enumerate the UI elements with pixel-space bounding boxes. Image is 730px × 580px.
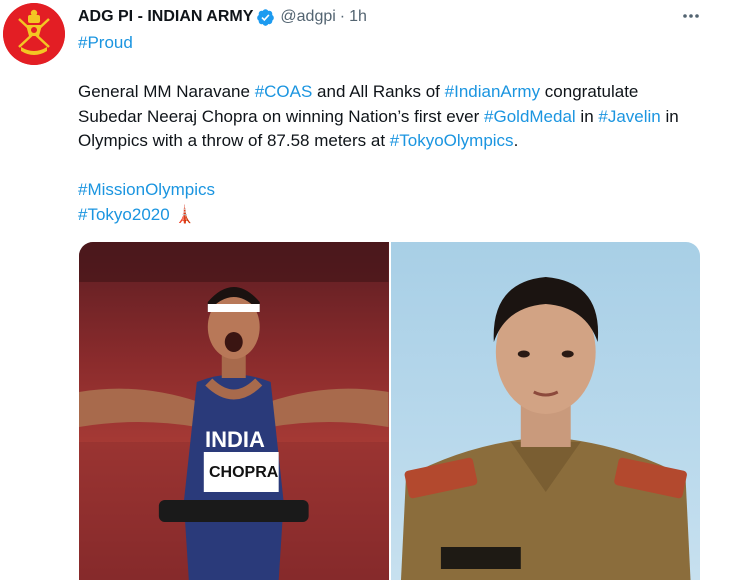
tweet-media[interactable]: INDIA CHOPRA: [79, 242, 700, 580]
tweet-text-segment: and All Ranks of: [312, 82, 445, 101]
more-options-button[interactable]: [680, 5, 702, 27]
hashtag-link[interactable]: #TokyoOlympics: [390, 131, 514, 150]
hashtag-link[interactable]: #Tokyo2020: [78, 205, 170, 224]
indian-army-emblem-icon: [3, 3, 65, 65]
hashtag-link[interactable]: #Proud: [78, 33, 133, 52]
tweet-text-segment: .: [513, 131, 519, 150]
hashtag-link[interactable]: #GoldMedal: [484, 107, 576, 126]
hashtag-link[interactable]: #IndianArmy: [445, 82, 540, 101]
verified-badge-icon: [257, 8, 275, 26]
portrait-photo[interactable]: [390, 242, 700, 580]
bib-country-text: INDIA: [205, 427, 265, 452]
hashtag-link[interactable]: #COAS: [255, 82, 313, 101]
tweet-text: #Proud General MM Naravane #COAS and All…: [78, 31, 698, 227]
tweet-text-segment: in: [575, 106, 599, 126]
tweet-text-segment: General MM Naravane: [78, 82, 255, 101]
soldier-illustration: [400, 277, 691, 580]
tweet-timestamp[interactable]: 1h: [349, 8, 367, 26]
tweet-line-proud: #Proud: [78, 31, 698, 56]
separator-dot: ·: [339, 8, 346, 25]
bib-name-text: CHOPRA: [209, 464, 279, 481]
more-options-icon: [683, 14, 699, 18]
hashtag-link[interactable]: #MissionOlympics: [78, 180, 215, 199]
tweet-text-segment: 🗼: [169, 204, 196, 224]
hashtag-link[interactable]: #Javelin: [598, 107, 660, 126]
account-avatar[interactable]: [3, 3, 65, 65]
tweet-paragraph: General MM Naravane #COAS and All Ranks …: [78, 80, 698, 154]
tweet-line-tokyo: #Tokyo2020 🗼: [78, 203, 698, 228]
tweet-header: ADG PI - INDIAN ARMY @adgpi · 1h: [78, 6, 367, 28]
account-handle[interactable]: @adgpi: [280, 8, 335, 26]
athlete-illustration: [79, 242, 389, 580]
tweet-line-mission: #MissionOlympics: [78, 178, 698, 203]
account-name[interactable]: ADG PI - INDIAN ARMY: [78, 8, 253, 26]
athlete-photo[interactable]: INDIA CHOPRA: [79, 242, 389, 580]
